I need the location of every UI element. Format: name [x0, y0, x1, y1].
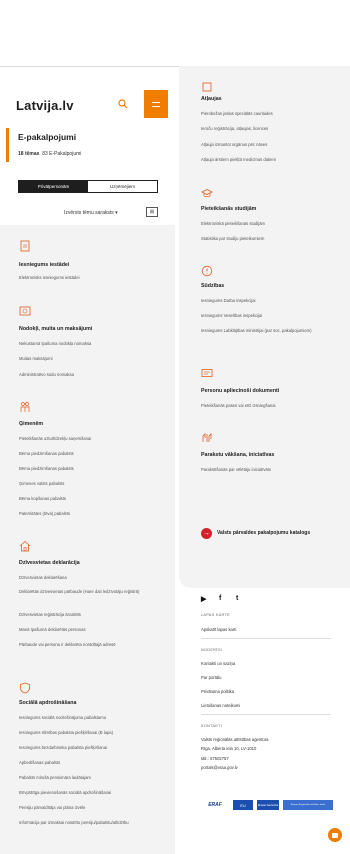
footer-divider [201, 714, 331, 715]
footer-sitemap-link[interactable]: Apskatīt lapas karti [201, 627, 236, 632]
service-link[interactable]: Iesniegums sociālā nodrošinājuma pabalst… [19, 715, 169, 721]
service-link[interactable]: Dzīvesvietas deklarēšana [19, 575, 164, 581]
id-card-icon [201, 369, 213, 377]
service-link[interactable]: Deklarētās dzīvesvietas pārbaude (Hare d… [19, 589, 149, 595]
toggle-private[interactable]: Privātpersonām [19, 181, 88, 192]
counts: 18 tēmas 83 E-Pakalpojumi [18, 151, 82, 157]
youtube-icon[interactable]: ▶ [201, 595, 206, 603]
eu-logo: EU [233, 800, 253, 810]
contact-line[interactable]: portals@vraa.gov.lv [201, 765, 238, 770]
graduation-icon [201, 189, 213, 198]
service-link[interactable]: Atļauja izmantot orgānus pēc nāves [201, 142, 341, 148]
category-title[interactable]: Dzīvesvietas deklarācija [19, 560, 80, 566]
category-title[interactable]: Pieteikšanās studijām [201, 206, 256, 212]
service-link[interactable]: Pārbaude vai persona ir deklarēta norādī… [19, 642, 144, 648]
service-link[interactable]: Iesniegums Darba inspekcijai [201, 298, 341, 304]
service-link[interactable]: Iesniegums Labklājības ministrijai (par … [201, 328, 341, 334]
service-link[interactable]: Pensiju pārvaldītāja vai plāna izvēle [19, 805, 169, 811]
service-link[interactable]: Informācija par izmaksai nosūtīto pensij… [19, 820, 129, 826]
eu-text-logo: Eiropas Savienība [257, 800, 279, 810]
footer-link[interactable]: Par portālu [201, 675, 221, 680]
service-link[interactable]: Muitas maksājumi [19, 356, 164, 362]
service-link[interactable]: Iesniegums bezdarbnieka pabalsta piešķir… [19, 745, 169, 751]
chat-button[interactable] [328, 828, 342, 842]
service-link[interactable]: Bērna piedzimšanas pabalsts [19, 466, 164, 472]
service-link[interactable]: Pabalsts mirušā pensionāra laulātajam [19, 775, 169, 781]
category-title[interactable]: Parakstu vākšana, iniciatīvas [201, 452, 274, 458]
eraf-logo: ERAF [208, 802, 222, 808]
service-link[interactable]: Apbedīšanas pabalsts [19, 760, 169, 766]
footer-useful-heading: NODERĪGI [201, 648, 223, 652]
footer-link[interactable]: Kontakti un saziņa [201, 661, 235, 666]
service-link[interactable]: Elektroniskā pieteikšanās studijām [201, 221, 341, 227]
grid-view-icon[interactable]: ⊞ [146, 207, 158, 217]
service-link[interactable]: Elektronisks iesniegums iestādei [19, 275, 164, 281]
service-link[interactable]: Manā īpašumā deklarētās personas [19, 627, 164, 633]
footer-contacts-heading: KONTAKTI [201, 724, 223, 728]
service-link[interactable]: Parakstīšanās par vēlētāju iniciatīvām [201, 467, 341, 473]
family-icon [20, 402, 30, 412]
service-link[interactable]: Dzīvesvietas reģistrāciјa ārvalstīs [19, 612, 164, 618]
arrow-right-icon[interactable]: → [201, 528, 212, 539]
document-icon [20, 240, 30, 252]
shield-icon [20, 682, 30, 694]
service-link[interactable]: Iesniegums Veselības inspekcijai [201, 313, 341, 319]
title-accent [6, 128, 9, 162]
chat-icon [332, 832, 338, 838]
service-link[interactable]: Pieteikšanās pases vai eID izsniegšanai [201, 403, 341, 409]
category-title[interactable]: Ģimenēm [19, 421, 43, 427]
permit-icon [202, 82, 212, 92]
money-icon [19, 306, 31, 316]
service-link[interactable]: Statistika par studiju pieteikumiem [201, 236, 341, 242]
house-icon [19, 540, 31, 552]
service-link[interactable]: Paternitātes (tēva) pabalsts [19, 511, 164, 517]
contact-line: Rīga, Alberta iela 10, LV-1010 [201, 746, 257, 751]
page-title: E-pakalpojumi [18, 132, 77, 142]
category-title[interactable]: Sociālā apdrošināšana [19, 700, 76, 706]
alert-icon [201, 265, 213, 277]
footer-divider [201, 638, 331, 639]
footer-sitemap-heading: LAPAS KARTE [201, 613, 230, 617]
service-link[interactable]: Nekustamā īpašuma nodokļa nomaksa [19, 341, 164, 347]
service-link[interactable]: Bērna piedzimšanas pabalsts [19, 451, 164, 457]
category-title[interactable]: Personu apliecinoši dokumenti [201, 388, 279, 394]
audience-toggle[interactable]: Privātpersonām Uzņēmējiem [18, 180, 158, 193]
service-link[interactable]: Administratīvo sodu nomaksa [19, 372, 164, 378]
category-title[interactable]: Iesniegums iestādei [19, 262, 69, 268]
category-title[interactable]: Nodokļi, muita un maksājumi [19, 326, 92, 332]
hamburger-icon [152, 101, 160, 107]
service-link[interactable]: Pieteikšanās uzturlīdzekļu saņemšanai [19, 436, 164, 442]
service-link[interactable]: Pierobežas joslas speciālās caurlaides [201, 111, 341, 117]
service-link[interactable]: Atļauja ārstiem piekļūt medicīnas datiem [201, 157, 346, 163]
category-title[interactable]: Sūdzības [201, 283, 224, 289]
site-logo[interactable]: Latvija.lv [16, 98, 74, 113]
sort-dropdown[interactable]: Izvērsts tēmu saraksts ▾ [64, 210, 118, 216]
erdf-logo: Eiropas Reģionālās attīstības fonds [283, 800, 333, 810]
footer-link[interactable]: Lietošanas noteikumi [201, 703, 240, 708]
toggle-business[interactable]: Uzņēmējiem [88, 181, 157, 192]
contact-line: Valsts reģionālās attīstības aģentūra [201, 737, 269, 742]
service-link[interactable]: Ģimenes valsts pabalsts [19, 481, 164, 487]
service-link[interactable]: Ieroču reģistrācija, atļaujas, licences [201, 126, 341, 132]
menu-button[interactable] [144, 90, 168, 118]
search-icon[interactable] [118, 99, 128, 109]
facebook-icon[interactable]: f [219, 595, 221, 602]
chevron-down-icon: ▾ [115, 210, 118, 216]
twitter-icon[interactable]: t [236, 595, 238, 602]
category-title[interactable]: Atļaujas [201, 96, 222, 102]
contact-line[interactable]: tālr.: 67502757 [201, 756, 229, 761]
service-link[interactable]: Bērna kopšanas pabalsts [19, 496, 164, 502]
footer-link[interactable]: Privātuma politika [201, 689, 234, 694]
hands-icon [202, 433, 212, 442]
funding-logos: ERAF EU Eiropas Savienība Eiropas Reģion… [201, 798, 336, 812]
service-link[interactable]: Brīvprātīga pievienošanās sociālā apdroš… [19, 790, 169, 796]
catalog-link[interactable]: Valsts pārvaldes pakalpojumu katalogs [217, 530, 310, 536]
service-link[interactable]: Iesniegums slimības pabalsta piešķiršana… [19, 730, 169, 736]
